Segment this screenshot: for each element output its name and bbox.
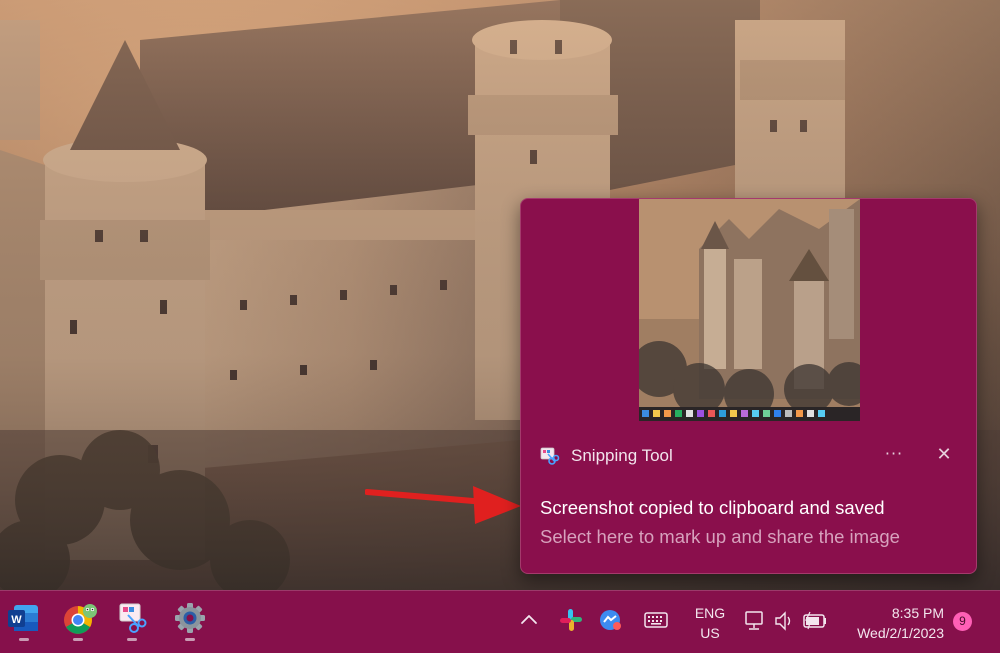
settings-gear-icon — [175, 603, 205, 633]
screenshot-preview-thumbnail[interactable] — [639, 199, 860, 421]
clock-date-area[interactable]: 8:35 PM Wed/2/1/2023 — [836, 603, 944, 643]
chevron-up-icon — [521, 615, 537, 624]
input-language-indicator[interactable]: ENG US — [689, 603, 731, 643]
close-notification-button[interactable]: ✕ — [929, 441, 959, 469]
more-options-button[interactable]: ··· — [879, 441, 909, 469]
quick-settings-button[interactable] — [744, 608, 834, 639]
snipping-tool-icon — [540, 447, 560, 465]
clock-time: 8:35 PM — [891, 605, 944, 621]
language-region: US — [700, 625, 720, 641]
snipping-tool-notification[interactable]: Snipping Tool ··· ✕ Screenshot copied to… — [520, 198, 977, 574]
notification-count-badge[interactable]: 9 — [953, 612, 972, 631]
running-indicator — [19, 638, 29, 641]
taskbar: W ENG US 8:35 PM Wed/2/1/2023 9 — [0, 590, 1000, 653]
running-indicator — [185, 638, 195, 641]
red-arrow-annotation — [365, 486, 521, 524]
running-indicator — [73, 638, 83, 641]
keyboard-icon — [644, 612, 668, 628]
battery-icon — [803, 611, 826, 630]
volume-icon — [775, 611, 791, 631]
tray-app-slack[interactable] — [558, 607, 584, 638]
messenger-icon — [600, 610, 621, 630]
slack-icon — [560, 609, 582, 631]
taskbar-app-settings[interactable] — [172, 601, 208, 641]
network-volume-battery-icons — [745, 611, 826, 631]
notification-app-name: Snipping Tool — [571, 446, 673, 465]
snipping-tool-taskbar-icon — [119, 603, 147, 633]
touch-keyboard-button[interactable] — [643, 609, 669, 636]
svg-text:W: W — [11, 614, 22, 626]
notification-subline[interactable]: Select here to mark up and share the ima… — [540, 526, 900, 548]
network-icon — [745, 611, 763, 630]
tray-app-messenger[interactable] — [598, 607, 624, 638]
running-indicator — [127, 638, 137, 641]
clock-date: Wed/2/1/2023 — [857, 625, 944, 641]
taskbar-app-snipping-tool[interactable] — [114, 601, 150, 641]
word-icon: W — [8, 605, 38, 631]
chrome-icon — [64, 604, 97, 634]
notification-headline[interactable]: Screenshot copied to clipboard and saved — [540, 497, 885, 519]
taskbar-app-chrome[interactable] — [60, 601, 97, 641]
language-code: ENG — [694, 605, 726, 621]
show-hidden-icons-button[interactable] — [518, 609, 540, 636]
taskbar-app-word[interactable]: W — [6, 601, 42, 641]
preview-image — [639, 199, 860, 421]
